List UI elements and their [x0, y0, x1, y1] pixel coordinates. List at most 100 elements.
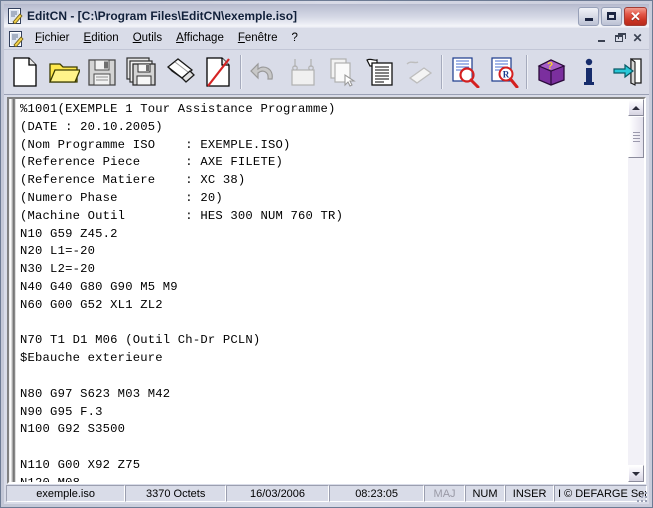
title-bar[interactable]: EditCN - [C:\Program Files\EditCN\exempl…	[4, 4, 649, 28]
toolbar-button-exit[interactable]	[609, 52, 646, 92]
toolbar-separator	[526, 55, 528, 89]
new-file-icon	[11, 56, 39, 88]
toolbar-button-save-all[interactable]	[123, 52, 160, 92]
code-line	[20, 368, 627, 386]
close-button[interactable]: ✕	[624, 7, 647, 26]
paste-icon	[365, 57, 395, 87]
scroll-down-button[interactable]	[628, 465, 644, 482]
code-line: (Numero Phase : 20)	[20, 190, 627, 208]
code-line: (DATE : 20.10.2005)	[20, 119, 627, 137]
exit-door-icon	[612, 57, 644, 87]
toolbar-button-send[interactable]	[161, 52, 198, 92]
window-title: EditCN - [C:\Program Files\EditCN\exempl…	[27, 9, 578, 23]
status-filename: exemple.iso	[6, 485, 125, 502]
vertical-scrollbar[interactable]	[627, 99, 644, 482]
toolbar: R ?	[4, 50, 649, 95]
code-line: %1001(EXEMPLE 1 Tour Assistance Programm…	[20, 101, 627, 119]
editor-gutter	[9, 99, 17, 482]
code-line: N70 T1 D1 M06 (Outil Ch-Dr PCLN)	[20, 332, 627, 350]
scroll-up-icon	[632, 106, 640, 110]
menu-item-outils[interactable]: Outils	[126, 30, 169, 47]
toolbar-separator	[240, 55, 242, 89]
menu-item-help[interactable]: ?	[284, 30, 304, 47]
code-line: (Machine Outil : HES 300 NUM 760 TR)	[20, 208, 627, 226]
status-copyright: I © DEFARGE Serg	[554, 485, 647, 502]
scrollbar-grip-icon	[633, 130, 640, 144]
cut-icon	[289, 57, 317, 87]
toolbar-button-delete[interactable]	[401, 52, 438, 92]
scrollbar-thumb[interactable]	[628, 116, 644, 158]
toolbar-button-cut[interactable]	[285, 52, 322, 92]
send-icon	[164, 57, 196, 87]
code-line: $Ebauche exterieure	[20, 350, 627, 368]
code-line: N40 G40 G80 G90 M5 M9	[20, 279, 627, 297]
delete-icon	[404, 58, 434, 86]
minimize-button[interactable]	[578, 7, 599, 26]
mdi-restore-button[interactable]	[611, 30, 628, 46]
code-line: N10 G59 Z45.2	[20, 226, 627, 244]
status-caps-lock: MAJ	[424, 485, 464, 502]
code-line: N60 G00 G52 XL1 ZL2	[20, 297, 627, 315]
toolbar-button-find[interactable]	[447, 52, 484, 92]
toolbar-button-help[interactable]: ?	[532, 52, 569, 92]
mdi-close-button[interactable]: ✕	[629, 30, 646, 46]
toolbar-button-save[interactable]	[84, 52, 121, 92]
code-editor[interactable]: %1001(EXEMPLE 1 Tour Assistance Programm…	[17, 99, 627, 482]
menu-item-fenetre[interactable]: Fenêtre	[231, 30, 285, 47]
code-line: N110 G00 X92 Z75	[20, 457, 627, 475]
code-line	[20, 315, 627, 333]
menu-item-edition[interactable]: Edition	[77, 30, 126, 47]
minimize-icon	[585, 18, 593, 21]
scrollbar-track[interactable]	[628, 116, 644, 465]
menu-item-fichier[interactable]: Fichier	[28, 30, 77, 47]
code-line: N30 L2=-20	[20, 261, 627, 279]
mdi-minimize-button[interactable]	[593, 30, 610, 46]
mdi-window-controls: ✕	[593, 30, 646, 46]
code-line: N20 L1=-20	[20, 243, 627, 261]
toolbar-separator	[441, 55, 443, 89]
status-insert-mode: INSER	[505, 485, 554, 502]
scroll-down-icon	[632, 472, 640, 476]
maximize-button[interactable]	[601, 7, 622, 26]
application-icon	[7, 8, 23, 24]
code-line: N80 G97 S623 M03 M42	[20, 386, 627, 404]
editcn-application-window: EditCN - [C:\Program Files\EditCN\exempl…	[0, 0, 653, 508]
close-file-icon	[204, 56, 232, 88]
status-filesize: 3370 Octets	[125, 485, 226, 502]
mdi-minimize-icon	[598, 40, 605, 42]
window-controls: ✕	[578, 7, 648, 26]
save-all-icon	[125, 57, 157, 87]
save-icon	[87, 57, 117, 87]
menu-item-affichage[interactable]: Affichage	[169, 30, 231, 47]
status-bar: exemple.iso 3370 Octets 16/03/2006 08:23…	[4, 484, 649, 504]
toolbar-button-info[interactable]	[571, 52, 608, 92]
mdi-restore-icon	[615, 35, 623, 42]
code-line: N120 M08	[20, 475, 627, 482]
toolbar-button-undo[interactable]	[246, 52, 283, 92]
svg-text:R: R	[503, 70, 510, 80]
toolbar-button-new-file[interactable]	[7, 52, 44, 92]
mdi-client-area: %1001(EXEMPLE 1 Tour Assistance Programm…	[4, 95, 649, 484]
find-icon	[450, 56, 480, 88]
status-date: 16/03/2006	[226, 485, 329, 502]
code-line: (Nom Programme ISO : EXEMPLE.ISO)	[20, 137, 627, 155]
close-icon: ✕	[630, 10, 641, 23]
help-book-icon: ?	[535, 58, 567, 86]
mdi-document-icon[interactable]	[8, 31, 24, 47]
toolbar-button-paste[interactable]	[362, 52, 399, 92]
copy-icon	[328, 57, 356, 87]
scroll-up-button[interactable]	[628, 99, 644, 116]
status-time: 08:23:05	[329, 485, 424, 502]
toolbar-button-replace[interactable]: R	[486, 52, 523, 92]
toolbar-button-copy[interactable]	[324, 52, 361, 92]
mdi-close-icon: ✕	[632, 32, 642, 44]
svg-text:?: ?	[547, 61, 553, 72]
undo-icon	[250, 59, 280, 85]
toolbar-button-open[interactable]	[46, 52, 83, 92]
toolbar-button-close-file[interactable]	[200, 52, 237, 92]
code-line: N100 G92 S3500	[20, 421, 627, 439]
replace-icon: R	[489, 56, 519, 88]
code-line: (Reference Piece : AXE FILETE)	[20, 154, 627, 172]
code-line	[20, 439, 627, 457]
editor-window: %1001(EXEMPLE 1 Tour Assistance Programm…	[7, 97, 646, 484]
